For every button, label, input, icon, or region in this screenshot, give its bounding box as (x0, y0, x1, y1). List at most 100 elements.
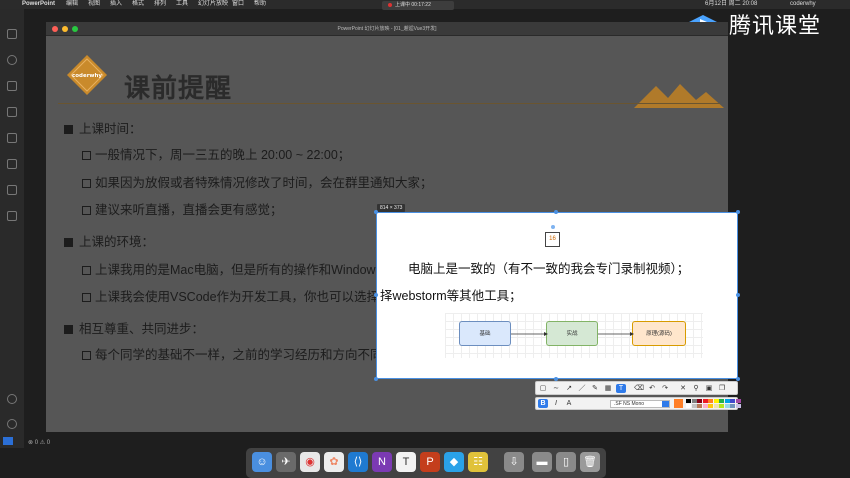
mosaic-tool-icon[interactable]: ▦ (603, 384, 613, 393)
color-swatch[interactable] (735, 404, 741, 408)
eraser-tool-icon[interactable]: ⌫ (634, 384, 644, 393)
stickies-icon[interactable]: ☷ (468, 452, 488, 472)
line-tool-icon[interactable]: ／ (577, 384, 587, 393)
remote-icon[interactable] (7, 159, 17, 169)
color-swatch[interactable] (702, 399, 708, 403)
italic-icon[interactable]: I (551, 399, 561, 408)
color-swatch[interactable] (686, 399, 691, 403)
status-problems[interactable]: ⊗ 0 ⚠ 0 (24, 438, 224, 448)
color-swatch[interactable] (724, 404, 730, 408)
onenote-icon[interactable]: N (372, 452, 392, 472)
text-tool-icon[interactable]: T (616, 384, 626, 393)
bold-icon[interactable]: B (538, 399, 548, 408)
tencent-classroom-icon[interactable]: ◆ (444, 452, 464, 472)
capture-text-line2: 择webstorm等其他工具； (380, 289, 522, 303)
user-name[interactable]: coderwhy (790, 0, 816, 9)
color-swatch[interactable] (719, 399, 724, 403)
record-dot-icon (388, 2, 392, 7)
color-swatch[interactable] (735, 399, 741, 403)
slide-title: 课前提醒 (124, 73, 233, 103)
menu-item-window[interactable]: 窗口 (232, 0, 244, 9)
finder-icon[interactable]: ☺ (252, 452, 272, 472)
color-swatch[interactable] (686, 404, 691, 408)
powerpoint-icon[interactable]: P (420, 452, 440, 472)
resize-handle-l[interactable] (374, 293, 378, 297)
menu-item-view[interactable]: 视图 (88, 0, 100, 9)
text-style-toolbar: B I A .SF NS Mono (535, 397, 741, 410)
account-icon[interactable] (7, 394, 17, 404)
rectangle-tool-icon[interactable]: ▢ (538, 384, 548, 393)
resize-handle-tl[interactable] (374, 210, 378, 214)
chrome-icon[interactable]: ◉ (300, 452, 320, 472)
list-item: 一般情况下，周一三五的晚上 20:00 ~ 22:00； (82, 144, 350, 163)
current-color-swatch[interactable] (674, 399, 683, 408)
color-swatch[interactable] (713, 404, 719, 408)
menu-item-format[interactable]: 格式 (132, 0, 144, 9)
typora-icon[interactable]: T (396, 452, 416, 472)
color-swatch[interactable] (708, 399, 713, 403)
save-icon[interactable]: ▣ (704, 384, 714, 393)
extensions-icon[interactable] (7, 133, 17, 143)
pin-icon[interactable]: ⚲ (691, 384, 701, 393)
font-size-icon[interactable]: A (564, 399, 574, 408)
capture-size-badge: 814 × 373 (377, 204, 406, 212)
files-icon[interactable] (7, 29, 17, 39)
resize-handle-r[interactable] (736, 293, 740, 297)
color-swatch[interactable] (724, 399, 730, 403)
menu-item-tools[interactable]: 工具 (176, 0, 188, 9)
activity-bar (0, 9, 24, 448)
minimized-window-icon[interactable]: ▬ (532, 452, 552, 472)
menu-item-edit[interactable]: 编辑 (66, 0, 78, 9)
font-select[interactable]: .SF NS Mono (610, 400, 670, 408)
recording-indicator[interactable]: 上课中 00:17:22 (382, 1, 454, 10)
coderwhy-logo-icon: coderwhy (67, 55, 107, 95)
menu-item-slideshow[interactable]: 幻灯片放映 (198, 0, 228, 9)
slide-header: coderwhy 课前提醒 (46, 36, 728, 120)
marker-tool-icon[interactable]: ✎ (590, 384, 600, 393)
recording-label: 上课中 00:17:22 (395, 2, 431, 8)
section-heading-respect: 相互尊重、共同进步： (64, 318, 204, 337)
list-item: 如果因为放假或者特殊情况修改了时间，会在群里通知大家； (82, 172, 433, 191)
remote-status-icon[interactable] (3, 437, 13, 445)
color-swatch[interactable] (713, 399, 719, 403)
color-swatch[interactable] (702, 404, 708, 408)
color-swatch[interactable] (730, 404, 735, 408)
cancel-icon[interactable]: ✕ (678, 384, 688, 393)
source-control-icon[interactable] (7, 81, 17, 91)
stack-icon[interactable]: ▯ (556, 452, 576, 472)
color-swatch[interactable] (708, 404, 713, 408)
debug-icon[interactable] (7, 107, 17, 117)
trash-icon[interactable]: 🗑 (580, 452, 600, 472)
bookmark-icon[interactable] (7, 211, 17, 221)
downloads-icon[interactable]: ⇩ (504, 452, 524, 472)
color-swatch[interactable] (730, 399, 735, 403)
resize-handle-tr[interactable] (736, 210, 740, 214)
search-icon[interactable] (7, 55, 17, 65)
rotate-handle[interactable] (551, 225, 555, 229)
menu-item-insert[interactable]: 插入 (110, 0, 122, 9)
copy-icon[interactable]: ❐ (717, 384, 727, 393)
resize-handle-bl[interactable] (374, 377, 378, 381)
vscode-icon[interactable]: ⟨⟩ (348, 452, 368, 472)
list-item: 每个同学的基础不一样，之前的学习经历和方向不同； (82, 344, 395, 363)
pen-tool-icon[interactable]: ∼ (551, 384, 561, 393)
launchpad-icon[interactable]: ✈ (276, 452, 296, 472)
color-swatch[interactable] (691, 404, 697, 408)
color-swatch[interactable] (697, 399, 702, 403)
color-swatch[interactable] (719, 404, 724, 408)
window-titlebar: PowerPoint 幻灯片放映 - [01_邂逅Vue3开发] (46, 22, 728, 36)
photos-icon[interactable]: ✿ (324, 452, 344, 472)
color-swatch[interactable] (691, 399, 697, 403)
testing-icon[interactable] (7, 185, 17, 195)
dock: ☺ ✈ ◉ ✿ ⟨⟩ N T P ◆ ☷ ⇩ ▬ ▯ 🗑 (246, 448, 606, 478)
text-cursor-box[interactable]: 16 (545, 232, 560, 247)
settings-gear-icon[interactable] (7, 419, 17, 429)
menu-item-help[interactable]: 帮助 (254, 0, 266, 9)
redo-icon[interactable]: ↷ (660, 384, 670, 393)
color-swatch[interactable] (697, 404, 702, 408)
arrow-tool-icon[interactable]: ↗ (564, 384, 574, 393)
undo-icon[interactable]: ↶ (647, 384, 657, 393)
resize-handle-t[interactable] (554, 210, 558, 214)
menu-app-name[interactable]: PowerPoint (22, 0, 55, 9)
menu-item-arrange[interactable]: 排列 (154, 0, 166, 9)
